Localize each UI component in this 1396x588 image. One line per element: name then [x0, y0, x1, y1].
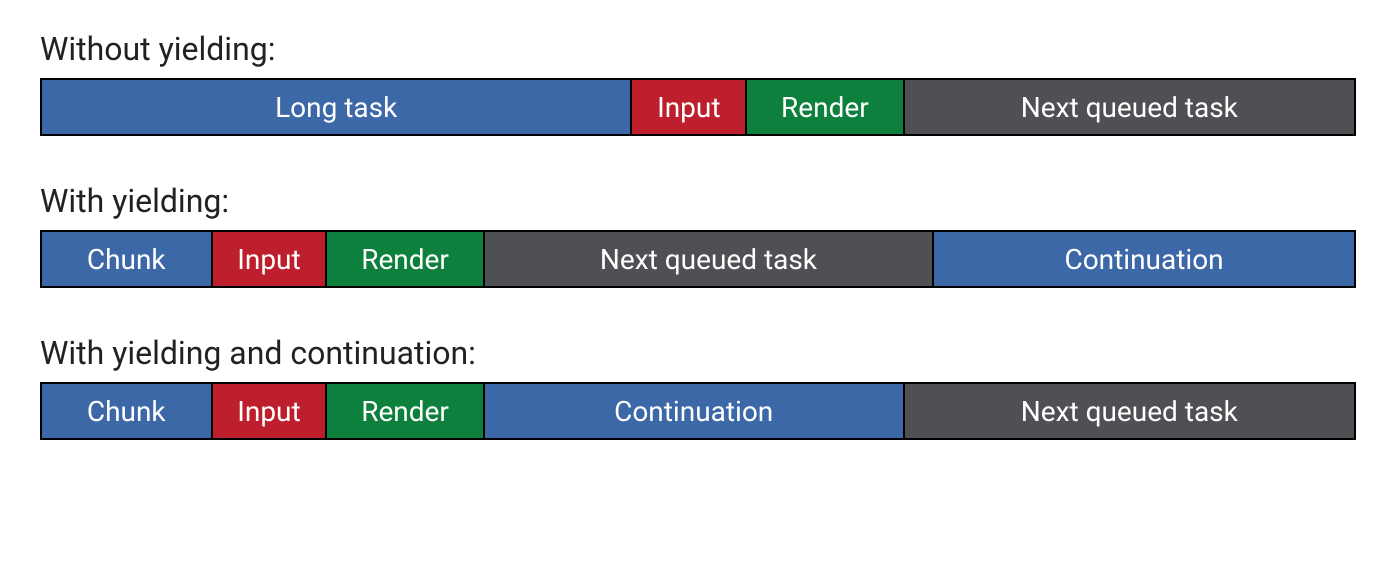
timeline-block: Next queued task: [485, 232, 934, 286]
timeline-block: Continuation: [934, 232, 1354, 286]
section-title: Without yielding:: [40, 30, 1356, 68]
timeline-block: Next queued task: [905, 384, 1354, 438]
timeline-block: Input: [632, 80, 747, 134]
timeline-bar: Long taskInputRenderNext queued task: [40, 78, 1356, 136]
section: With yielding: ChunkInputRenderNext queue…: [40, 182, 1356, 288]
section-title: With yielding:: [40, 182, 1356, 220]
section: Without yielding: Long taskInputRenderNex…: [40, 30, 1356, 136]
timeline-block: Render: [747, 80, 904, 134]
section-title: With yielding and continuation:: [40, 334, 1356, 372]
timeline-bar: ChunkInputRenderContinuationNext queued …: [40, 382, 1356, 440]
timeline-block: Next queued task: [905, 80, 1354, 134]
timeline-block: Continuation: [485, 384, 905, 438]
timeline-block: Chunk: [42, 384, 213, 438]
timeline-block: Render: [327, 232, 484, 286]
section: With yielding and continuation: ChunkInpu…: [40, 334, 1356, 440]
diagram-root: Without yielding:Long taskInputRenderNex…: [40, 30, 1356, 440]
timeline-block: Input: [213, 232, 328, 286]
timeline-block: Long task: [42, 80, 632, 134]
timeline-block: Chunk: [42, 232, 213, 286]
timeline-block: Input: [213, 384, 328, 438]
timeline-bar: ChunkInputRenderNext queued taskContinua…: [40, 230, 1356, 288]
timeline-block: Render: [327, 384, 484, 438]
